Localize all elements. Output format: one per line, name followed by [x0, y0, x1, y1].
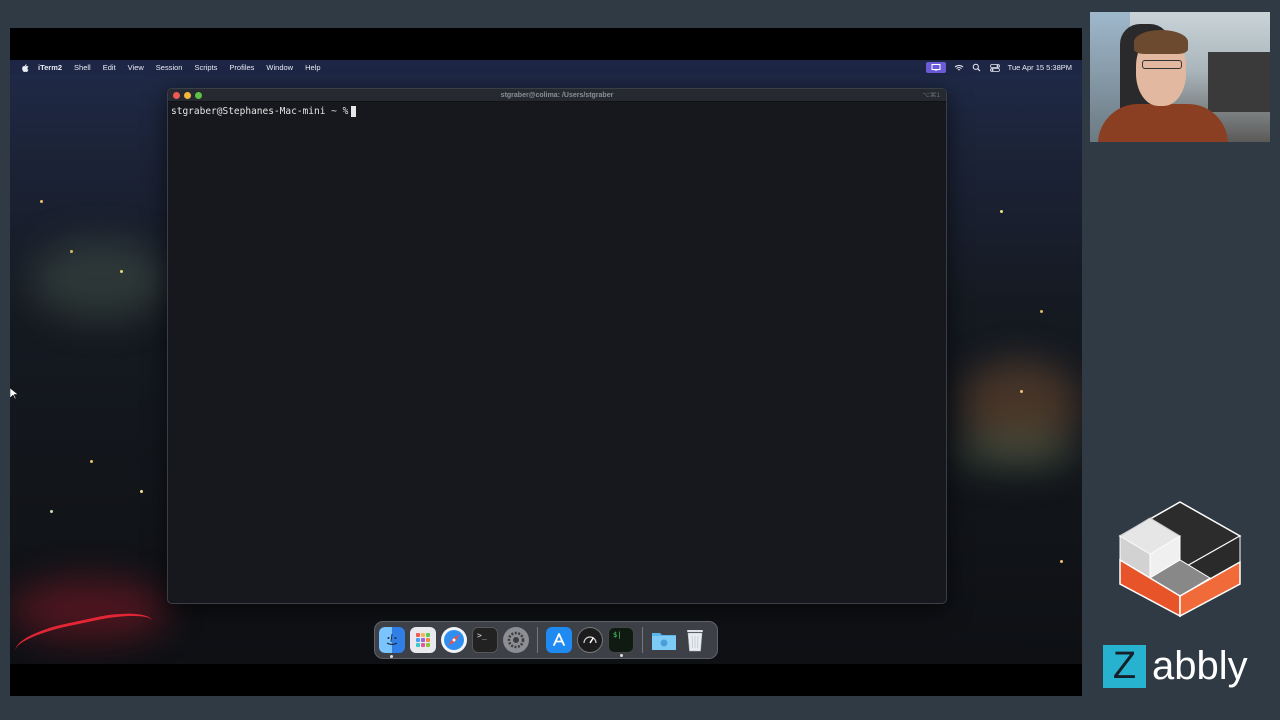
activity-monitor-icon[interactable]: [577, 627, 603, 653]
screen-share-icon[interactable]: [925, 62, 946, 73]
shell-prompt: stgraber@Stephanes-Mac-mini ~ %: [171, 106, 349, 117]
macos-menubar: iTerm2 Shell Edit View Session Scripts P…: [10, 60, 1082, 75]
menu-profiles[interactable]: Profiles: [229, 63, 254, 72]
zoom-button[interactable]: [195, 92, 202, 99]
downloads-folder-icon[interactable]: [651, 627, 677, 653]
menu-session[interactable]: Session: [156, 63, 183, 72]
terminal-content[interactable]: stgraber@Stephanes-Mac-mini ~ %: [168, 102, 946, 121]
window-titlebar[interactable]: stgraber@colima: /Users/stgraber ⌥⌘1: [168, 89, 946, 102]
city-light: [40, 200, 43, 203]
wallpaper-glow: [30, 240, 170, 320]
webcam-feed: [1090, 12, 1270, 142]
launchpad-icon[interactable]: [410, 627, 436, 653]
iterm-glyph: $|: [613, 631, 622, 639]
running-indicator: [620, 654, 623, 657]
webcam-person-hair: [1134, 30, 1188, 54]
city-light: [1020, 390, 1023, 393]
iterm-window[interactable]: stgraber@colima: /Users/stgraber ⌥⌘1 stg…: [167, 88, 947, 604]
terminal-glyph: >_: [477, 631, 487, 640]
menu-app-name[interactable]: iTerm2: [38, 63, 62, 72]
minimize-button[interactable]: [184, 92, 191, 99]
safari-icon[interactable]: [441, 627, 467, 653]
window-title: stgraber@colima: /Users/stgraber: [500, 91, 614, 99]
macos-dock: >_ $|: [374, 621, 718, 659]
webcam-person-hoodie: [1098, 104, 1228, 142]
menubar-status-area: Tue Apr 15 5:38PM: [925, 62, 1072, 73]
apple-icon[interactable]: [20, 63, 32, 73]
menu-view[interactable]: View: [128, 63, 144, 72]
terminal-icon[interactable]: >_: [472, 627, 498, 653]
menu-scripts[interactable]: Scripts: [194, 63, 217, 72]
city-light: [140, 490, 143, 493]
window-shortcut: ⌥⌘1: [922, 92, 940, 99]
text-cursor: [351, 106, 357, 117]
finder-icon[interactable]: [379, 627, 405, 658]
wifi-icon[interactable]: [954, 63, 964, 73]
menu-shell[interactable]: Shell: [74, 63, 91, 72]
city-light: [120, 270, 123, 273]
macos-desktop: iTerm2 Shell Edit View Session Scripts P…: [10, 60, 1082, 664]
city-light: [50, 510, 53, 513]
menu-window[interactable]: Window: [266, 63, 293, 72]
city-light: [1060, 560, 1063, 563]
zabbly-wordmark: Z abbly: [1103, 645, 1248, 688]
city-light: [70, 250, 73, 253]
city-light: [1040, 310, 1043, 313]
menubar-clock[interactable]: Tue Apr 15 5:38PM: [1008, 63, 1072, 72]
city-light: [1000, 210, 1003, 213]
system-settings-icon[interactable]: [503, 627, 529, 653]
app-store-icon[interactable]: [546, 627, 572, 653]
control-center-icon[interactable]: [989, 63, 1000, 73]
webcam-equipment: [1208, 52, 1270, 112]
menu-edit[interactable]: Edit: [103, 63, 116, 72]
running-indicator: [390, 655, 393, 658]
city-light: [90, 460, 93, 463]
iterm-icon[interactable]: $|: [608, 627, 634, 657]
brand-name: abbly: [1152, 644, 1248, 688]
dock-separator: [537, 627, 538, 653]
dock-separator: [642, 627, 643, 653]
trash-icon[interactable]: [682, 627, 708, 653]
brand-letter-box: Z: [1103, 645, 1146, 688]
wallpaper-glow: [950, 430, 1080, 470]
webcam-person-glasses: [1142, 60, 1182, 69]
close-button[interactable]: [173, 92, 180, 99]
zabbly-cube-logo: [1118, 501, 1242, 618]
mouse-pointer-icon: [10, 388, 18, 400]
menu-help[interactable]: Help: [305, 63, 320, 72]
search-icon[interactable]: [972, 63, 982, 73]
